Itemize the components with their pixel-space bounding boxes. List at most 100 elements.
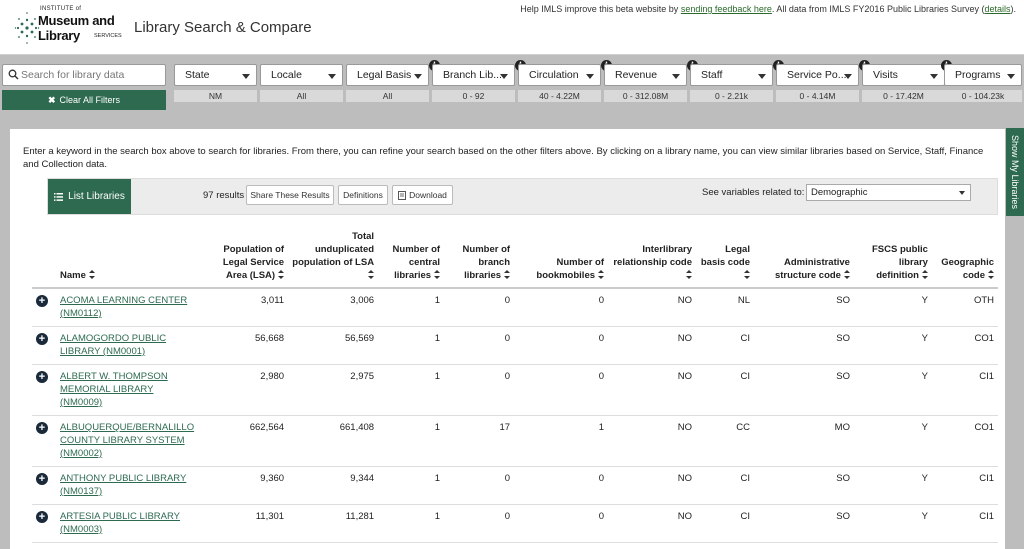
chevron-down-icon — [844, 74, 852, 79]
filter-dropdown[interactable]: Programs — [944, 64, 1022, 86]
sort-icon[interactable] — [434, 270, 441, 279]
library-name-link[interactable]: ANTHONY PUBLIC LIBRARY (NM0137) — [60, 473, 186, 497]
filter-label: Legal Basis — [357, 69, 412, 81]
search-input[interactable] — [21, 67, 161, 83]
download-button[interactable]: Download — [392, 185, 453, 205]
cell-bookmobiles: 0 — [514, 288, 609, 327]
cell-legal: CC — [696, 415, 754, 467]
sort-icon[interactable] — [368, 270, 375, 279]
cell-admin: MO — [753, 415, 854, 467]
column-header-name[interactable]: Name — [55, 230, 199, 289]
table-row: + ANTHONY PUBLIC LIBRARY (NM0137) 9,360 9,3… — [32, 466, 998, 505]
filter-dropdown[interactable]: State — [174, 64, 257, 86]
filter-range[interactable]: 0 - 17.42M — [862, 90, 945, 102]
column-header-label: Legal basis code — [700, 244, 750, 268]
sort-icon[interactable] — [743, 270, 750, 279]
filter-range[interactable]: NM — [174, 90, 257, 102]
filter-dropdown[interactable]: Locale — [260, 64, 343, 86]
sort-icon[interactable] — [88, 270, 95, 279]
library-name-link[interactable]: ARTESIA PUBLIC LIBRARY (NM0003) — [60, 511, 180, 535]
filter-revenue: iRevenue0 - 312.08M — [601, 60, 687, 102]
cell-geo: CI1 — [931, 364, 998, 416]
column-header-central-libraries[interactable]: Number of central libraries — [378, 230, 445, 289]
cell-interlib: NO — [608, 364, 696, 416]
library-name-link[interactable]: ALBUQUERQUE/BERNALILLO COUNTY LIBRARY SY… — [60, 422, 194, 459]
filter-range[interactable]: 40 - 4.22M — [518, 90, 601, 102]
sort-icon[interactable] — [598, 270, 605, 279]
filter-dropdown[interactable]: Revenue — [604, 64, 687, 86]
imls-logo[interactable]: INSTITUTE of Museum and Library SERVICES — [14, 6, 126, 48]
column-header-bookmobiles[interactable]: Number of bookmobiles — [514, 230, 609, 289]
share-results-button[interactable]: Share These Results — [246, 185, 334, 205]
search-box[interactable] — [2, 64, 166, 86]
cell-central: 1 — [378, 364, 445, 416]
chevron-down-icon — [328, 74, 336, 79]
sort-icon[interactable] — [843, 270, 850, 279]
library-name-link[interactable]: ALBERT W. THOMPSON MEMORIAL LIBRARY (NM0… — [60, 371, 168, 408]
chevron-down-icon — [672, 74, 680, 79]
expand-plus-icon[interactable]: + — [36, 333, 48, 345]
filter-range[interactable]: 0 - 4.14M — [776, 90, 859, 102]
cell-undup: 9,344 — [288, 466, 379, 505]
filter-dropdown[interactable]: Service Po... — [776, 64, 859, 86]
sort-icon[interactable] — [504, 270, 511, 279]
column-header-geographic-code[interactable]: Geographic code — [931, 230, 998, 289]
logo-mark-icon — [14, 12, 40, 44]
help-prefix: Help IMLS improve this beta website by — [520, 4, 681, 14]
filter-range[interactable]: 0 - 2.21k — [690, 90, 773, 102]
filter-dropdown[interactable]: Legal Basis — [346, 64, 429, 86]
column-header-administrative-code[interactable]: Administrative structure code — [753, 230, 854, 289]
column-header-label: Number of bookmobiles — [536, 257, 605, 281]
list-libraries-button[interactable]: List Libraries — [48, 179, 131, 214]
filter-dropdown[interactable]: Branch Lib... — [432, 64, 515, 86]
expand-plus-icon[interactable]: + — [36, 295, 48, 307]
column-header-lsa-population[interactable]: Population of Legal Service Area (LSA) — [198, 230, 289, 289]
cell-fscs: Y — [853, 364, 932, 416]
filter-label: State — [185, 69, 210, 81]
column-header-legal-basis-code[interactable]: Legal basis code — [696, 230, 754, 289]
show-my-libraries-tab[interactable]: Show My Libraries — [1006, 128, 1024, 216]
column-header-interlibrary-code[interactable]: Interlibrary relationship code — [608, 230, 696, 289]
filter-range[interactable]: 0 - 312.08M — [604, 90, 687, 102]
libraries-table: Name Population of Legal Service Area (L… — [32, 230, 998, 543]
filter-range[interactable]: All — [346, 90, 429, 102]
filter-range[interactable]: All — [260, 90, 343, 102]
details-link[interactable]: details — [984, 4, 1010, 14]
cell-branch: 0 — [444, 504, 515, 543]
sort-icon[interactable] — [278, 270, 285, 279]
expand-plus-icon[interactable]: + — [36, 371, 48, 383]
clear-all-filters-button[interactable]: ✖ Clear All Filters — [2, 90, 166, 110]
filter-range[interactable]: 0 - 92 — [432, 90, 515, 102]
column-header-label: Population of Legal Service Area (LSA) — [222, 244, 285, 281]
cell-fscs: Y — [853, 326, 932, 365]
cell-undup: 11,281 — [288, 504, 379, 543]
filter-range[interactable]: 0 - 104.23k — [944, 90, 1022, 102]
app-title: Library Search & Compare — [134, 19, 312, 36]
sort-icon[interactable] — [686, 270, 692, 279]
sort-icon[interactable] — [921, 270, 928, 279]
expand-plus-icon[interactable]: + — [36, 473, 48, 485]
variables-category-select[interactable]: Demographic — [806, 184, 971, 201]
app-header: INSTITUTE of Museum and Library SERVICES… — [0, 0, 1024, 55]
expand-plus-icon[interactable]: + — [36, 422, 48, 434]
cell-interlib: NO — [608, 415, 696, 467]
cell-legal: CI — [696, 364, 754, 416]
cell-bookmobiles: 1 — [514, 415, 609, 467]
chevron-down-icon — [1007, 74, 1015, 79]
filter-dropdown[interactable]: Staff — [690, 64, 773, 86]
cell-interlib: NO — [608, 326, 696, 365]
definitions-button[interactable]: Definitions — [338, 185, 388, 205]
filter-dropdown[interactable]: Circulation — [518, 64, 601, 86]
column-header-branch-libraries[interactable]: Number of branch libraries — [444, 230, 515, 289]
library-name-link[interactable]: ALAMOGORDO PUBLIC LIBRARY (NM0001) — [60, 333, 166, 357]
cell-admin: SO — [753, 504, 854, 543]
column-header-fscs-definition[interactable]: FSCS public library definition — [853, 230, 932, 289]
feedback-link[interactable]: sending feedback here — [681, 4, 772, 14]
cell-geo: CO1 — [931, 326, 998, 365]
expand-plus-icon[interactable]: + — [36, 511, 48, 523]
cell-legal: NL — [696, 288, 754, 327]
filter-dropdown[interactable]: Visits — [862, 64, 945, 86]
sort-icon[interactable] — [988, 270, 994, 279]
library-name-link[interactable]: ACOMA LEARNING CENTER (NM0112) — [60, 295, 187, 319]
column-header-unduplicated-population[interactable]: Total unduplicated population of LSA — [288, 230, 379, 289]
